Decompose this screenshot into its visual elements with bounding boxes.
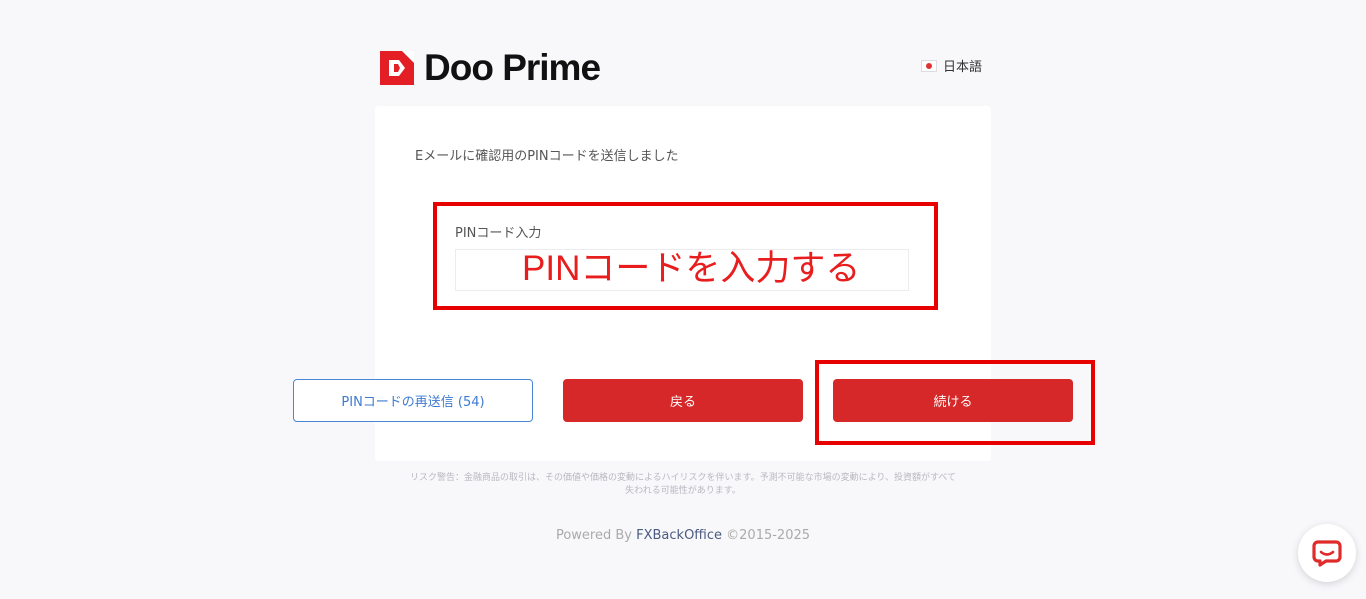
powered-prefix: Powered By [555, 528, 637, 543]
back-button[interactable]: 戻る [563, 379, 803, 422]
risk-warning: リスク警告：金融商品の取引は、その価値や価格の変動によるハイリスクを伴います。予… [375, 472, 991, 498]
language-selector[interactable]: 日本語 [920, 56, 982, 75]
powered-by: Powered By FXBackOffice ©2015-2025 [0, 528, 1366, 543]
doo-prime-logo-icon [380, 51, 414, 85]
page-header: Doo Prime 日本語 [380, 46, 992, 88]
chat-bubble-icon [1312, 540, 1342, 567]
brand-logo[interactable]: Doo Prime [380, 47, 601, 88]
language-label: 日本語 [942, 60, 982, 75]
pin-highlight-box [433, 202, 938, 310]
risk-warning-line-1: リスク警告：金融商品の取引は、その価値や価格の変動によるハイリスクを伴います。予… [409, 473, 957, 483]
pin-sent-message: Eメールに確認用のPINコードを送信しました [415, 149, 679, 164]
japan-flag-icon [920, 59, 937, 72]
brand-name: Doo Prime [424, 47, 601, 88]
chat-widget-button[interactable] [1298, 524, 1356, 582]
continue-highlight-box [815, 360, 1095, 445]
powered-suffix: ©2015-2025 [722, 528, 811, 543]
risk-warning-line-2: 失われる可能性があります。 [625, 486, 741, 496]
powered-brand-link[interactable]: FXBackOffice [636, 528, 722, 543]
resend-pin-button[interactable]: PINコードの再送信 (54) [293, 379, 533, 422]
